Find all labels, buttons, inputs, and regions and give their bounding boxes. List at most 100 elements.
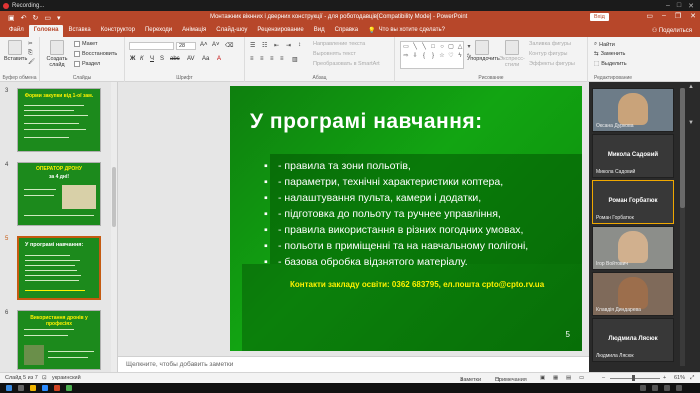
cut-icon[interactable]: ✂ xyxy=(28,41,33,47)
zoom-in-icon[interactable]: + xyxy=(663,375,666,381)
slide-title[interactable]: У програмі навчання: xyxy=(250,110,483,134)
shape-lightning-icon[interactable]: ϟ xyxy=(456,52,464,60)
chevron-down-icon[interactable]: ▼ xyxy=(688,120,694,126)
numbering-icon[interactable]: ☷ xyxy=(262,42,267,49)
thumbnails-scrollbar[interactable] xyxy=(111,82,117,372)
shape-brace-icon[interactable]: { xyxy=(420,52,428,60)
clear-format-icon[interactable]: ⌫ xyxy=(225,42,233,49)
reset-button[interactable]: Восстановить xyxy=(74,51,117,57)
slide-thumbnail-5[interactable]: У програмі навчання: xyxy=(17,236,101,300)
close-icon[interactable]: ✕ xyxy=(688,2,694,10)
font-name-combo[interactable] xyxy=(129,42,174,50)
slideshow-view-icon[interactable]: ▭ xyxy=(579,375,584,381)
spellcheck-icon[interactable]: ⊡ xyxy=(42,375,47,381)
tab-animations[interactable]: Анімація xyxy=(177,25,211,37)
shape-rounded-icon[interactable]: ▢ xyxy=(447,43,455,51)
section-button[interactable]: Раздел xyxy=(74,61,100,67)
tab-slideshow[interactable]: Слайд-шоу xyxy=(211,25,252,37)
shape-triangle-icon[interactable]: △ xyxy=(456,43,464,51)
participant-tile[interactable]: Клавдія Диндарева xyxy=(592,272,674,316)
underline-icon[interactable]: Ч xyxy=(150,56,154,62)
bold-icon[interactable]: Ж xyxy=(130,56,135,62)
undo-icon[interactable]: ↶ xyxy=(21,14,27,22)
tray-icon[interactable] xyxy=(640,385,646,391)
slide-bullet-list[interactable]: ▪ - правила та зони польотів, ▪ - параметр… xyxy=(264,158,528,270)
replace-button[interactable]: ⇆ Заменить xyxy=(594,51,625,57)
tab-file[interactable]: Файл xyxy=(4,25,29,37)
bullets-icon[interactable]: ☰ xyxy=(250,42,255,49)
line-spacing-icon[interactable]: ↕ xyxy=(298,42,301,48)
justify-icon[interactable]: ≡ xyxy=(280,56,284,62)
video-scrollbar-thumb[interactable] xyxy=(680,88,685,208)
shrink-font-icon[interactable]: A˅ xyxy=(212,42,220,48)
smartart-button[interactable]: Преобразовать в SmartArt xyxy=(313,61,380,67)
text-direction-button[interactable]: Направление текста xyxy=(313,41,365,47)
powerpoint-icon[interactable] xyxy=(54,385,60,391)
shape-line-icon[interactable]: ╲ xyxy=(411,43,419,51)
tab-review[interactable]: Рецензирование xyxy=(252,25,308,37)
reading-view-icon[interactable]: ▤ xyxy=(566,375,571,381)
change-case-icon[interactable]: Aa xyxy=(202,56,209,62)
participant-tile[interactable]: Людмила Лясюк Людмила Лясюк xyxy=(592,318,674,362)
tab-transitions[interactable]: Переходи xyxy=(140,25,177,37)
select-button[interactable]: ⬚ Выделить xyxy=(594,61,627,67)
tell-me-search[interactable]: 💡 Что вы хотите сделать? xyxy=(363,25,450,37)
notes-pane[interactable]: Щелкните, чтобы добавить заметки xyxy=(118,356,589,372)
shape-textbox-icon[interactable]: ▭ xyxy=(402,43,410,51)
shape-arrow-right-icon[interactable]: ⇨ xyxy=(402,52,410,60)
start-slideshow-icon[interactable]: ▭ xyxy=(44,14,51,22)
spacing-icon[interactable]: AV xyxy=(187,56,195,62)
slide-thumbnail-6[interactable]: Використання дронів у професіях xyxy=(17,310,101,370)
shape-outline-button[interactable]: Контур фигуры xyxy=(529,51,567,57)
tab-insert[interactable]: Вставка xyxy=(63,25,95,37)
increase-indent-icon[interactable]: ⇥ xyxy=(286,42,291,49)
shape-rect-icon[interactable]: □ xyxy=(429,43,437,51)
quick-styles-button[interactable]: Экспресс-стили xyxy=(499,40,525,68)
shape-star-icon[interactable]: ☆ xyxy=(438,52,446,60)
window-close-icon[interactable]: ✕ xyxy=(690,12,696,20)
clock-icon[interactable] xyxy=(676,385,682,391)
new-slide-button[interactable]: Создать слайд xyxy=(44,40,70,68)
normal-view-icon[interactable]: ▣ xyxy=(540,375,545,381)
fit-slide-icon[interactable]: ⤢ xyxy=(690,375,694,382)
font-size-combo[interactable]: 28 xyxy=(176,42,196,50)
font-color-icon[interactable]: A xyxy=(217,56,221,62)
participant-tile-active[interactable]: Роман Горбатюк Роман Горбатюк xyxy=(592,180,674,224)
copy-icon[interactable]: ⎘ xyxy=(28,50,32,57)
shape-arrow-down-icon[interactable]: ⇩ xyxy=(411,52,419,60)
window-restore-icon[interactable]: ❐ xyxy=(675,12,681,20)
align-text-button[interactable]: Выровнять текст xyxy=(313,51,356,57)
video-panel-scrollbar[interactable] xyxy=(680,88,685,366)
align-right-icon[interactable]: ≡ xyxy=(270,56,274,62)
participant-tile[interactable]: Оксана Дуркова xyxy=(592,88,674,132)
decrease-indent-icon[interactable]: ⇤ xyxy=(274,42,279,49)
columns-icon[interactable]: ▥ xyxy=(292,56,298,63)
current-slide[interactable]: У програмі навчання: ▪ - правила та зони … xyxy=(230,86,582,351)
shadow-icon[interactable]: S xyxy=(160,56,164,62)
tab-home[interactable]: Головна xyxy=(28,25,64,37)
network-icon[interactable] xyxy=(652,385,658,391)
layout-button[interactable]: Макет xyxy=(74,41,98,47)
shape-fill-button[interactable]: Заливка фигуры xyxy=(529,41,571,47)
tab-design[interactable]: Конструктор xyxy=(96,25,140,37)
grow-font-icon[interactable]: A˄ xyxy=(200,42,208,48)
signin-button[interactable]: Вхід xyxy=(590,13,609,21)
align-left-icon[interactable]: ≡ xyxy=(250,56,254,62)
save-icon[interactable]: ▣ xyxy=(8,14,15,22)
slide-thumbnail-3[interactable]: Форми закупки від 1-ої зам. xyxy=(17,88,101,152)
italic-icon[interactable]: К xyxy=(140,56,144,62)
explorer-icon[interactable] xyxy=(30,385,36,391)
scrollbar-thumb[interactable] xyxy=(112,167,116,227)
zoom-app-icon[interactable] xyxy=(42,385,48,391)
zoom-slider-handle[interactable] xyxy=(632,375,635,381)
maximize-icon[interactable]: □ xyxy=(677,2,681,10)
minimize-icon[interactable]: – xyxy=(666,2,670,10)
language-indicator[interactable]: украинский xyxy=(52,375,81,381)
chrome-icon[interactable] xyxy=(66,385,72,391)
shape-heart-icon[interactable]: ♡ xyxy=(447,52,455,60)
search-icon[interactable] xyxy=(18,385,24,391)
shape-line2-icon[interactable]: ╲ xyxy=(420,43,428,51)
align-center-icon[interactable]: ≡ xyxy=(260,56,264,62)
volume-icon[interactable] xyxy=(664,385,670,391)
tab-view[interactable]: Вид xyxy=(309,25,330,37)
